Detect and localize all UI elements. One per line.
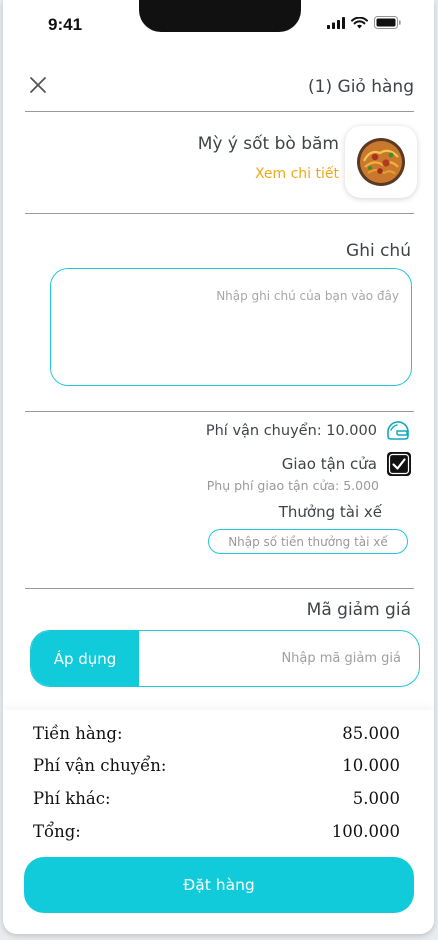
product-name: Mỳ ý sốt bò băm bbox=[197, 134, 339, 154]
delivery-helmet-icon bbox=[387, 421, 409, 440]
coupon-input[interactable] bbox=[139, 631, 419, 686]
tip-label: Thưởng tài xế bbox=[278, 503, 382, 521]
wifi-icon bbox=[351, 16, 368, 28]
summary-row-total: Tổng: 100.000 bbox=[33, 822, 400, 841]
door-delivery-row: Giao tận cửa bbox=[282, 452, 411, 476]
apply-coupon-button[interactable]: Áp dụng bbox=[31, 631, 139, 686]
shipping-fee-row: Phí vận chuyển: 10.000 bbox=[206, 418, 411, 444]
view-detail-link[interactable]: Xem chi tiết bbox=[255, 166, 339, 182]
battery-icon bbox=[374, 16, 401, 29]
summary-label: Tổng: bbox=[33, 822, 81, 841]
divider bbox=[25, 213, 414, 214]
coupon-field: Áp dụng bbox=[30, 630, 420, 687]
summary-row-subtotal: Tiền hàng: 85.000 bbox=[33, 724, 400, 743]
divider bbox=[25, 411, 414, 412]
status-time: 9:41 bbox=[48, 15, 83, 34]
phone-screen: 9:41 (1) Giỏ hàng Mỳ ý sốt bò băm Xem ch… bbox=[3, 0, 434, 934]
summary-value: 5.000 bbox=[352, 789, 400, 808]
pasta-dish-image bbox=[357, 138, 405, 186]
note-input[interactable] bbox=[63, 289, 399, 369]
summary-value: 10.000 bbox=[342, 756, 400, 775]
product-thumbnail[interactable] bbox=[345, 126, 417, 198]
summary-label: Tiền hàng: bbox=[33, 724, 123, 743]
device-notch bbox=[139, 0, 301, 32]
divider bbox=[25, 588, 414, 589]
note-label: Ghi chú bbox=[346, 241, 411, 261]
divider bbox=[25, 111, 414, 112]
close-button[interactable] bbox=[25, 72, 51, 98]
close-icon bbox=[30, 77, 46, 93]
coupon-label: Mã giảm giá bbox=[306, 600, 411, 620]
signal-icon bbox=[327, 16, 345, 29]
door-surcharge-text: Phụ phí giao tận cửa: 5.000 bbox=[206, 478, 379, 493]
summary-label: Phí vận chuyển: bbox=[33, 756, 167, 775]
summary-value: 100.000 bbox=[331, 822, 400, 841]
tip-input[interactable] bbox=[208, 529, 408, 554]
checkmark-icon bbox=[388, 453, 410, 475]
summary-row-other-fees: Phí khác: 5.000 bbox=[33, 789, 400, 808]
shipping-fee-text: Phí vận chuyển: 10.000 bbox=[205, 423, 377, 439]
status-icons bbox=[327, 16, 401, 29]
cart-title: (1) Giỏ hàng bbox=[308, 77, 414, 97]
door-delivery-checkbox[interactable] bbox=[387, 452, 411, 476]
note-box bbox=[50, 268, 412, 386]
summary-label: Phí khác: bbox=[33, 789, 111, 808]
place-order-button[interactable]: Đặt hàng bbox=[24, 857, 414, 913]
door-delivery-label: Giao tận cửa bbox=[281, 455, 377, 473]
summary-row-shipping: Phí vận chuyển: 10.000 bbox=[33, 756, 400, 775]
summary-value: 85.000 bbox=[342, 724, 400, 743]
top-bar: (1) Giỏ hàng bbox=[25, 70, 414, 102]
